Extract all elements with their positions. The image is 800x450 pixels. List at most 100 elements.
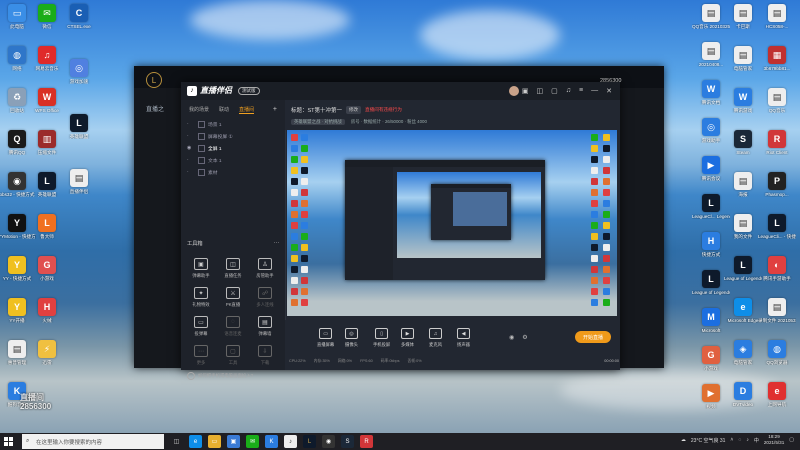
network-icon[interactable]: ◌: [738, 437, 741, 443]
desktop-icon[interactable]: P Phasmop...: [760, 172, 794, 210]
desktop-icon[interactable]: ✉ 微信: [30, 4, 64, 42]
desktop-icon[interactable]: ▤ 海报: [726, 172, 760, 210]
desktop-icon[interactable]: ⚡ 迅雷: [30, 340, 64, 378]
desktop-icon[interactable]: ▦ 3b679bb81...: [760, 46, 794, 84]
desktop-icon[interactable]: ▥ 压缩文件: [30, 130, 64, 168]
desktop-icon[interactable]: L League of Legends: [692, 270, 730, 308]
desktop-icon[interactable]: ♫ 网易云音乐: [30, 46, 64, 84]
desktop-icon[interactable]: L 英雄联盟: [62, 114, 96, 152]
tool-item[interactable]: ◫ 直播任务: [217, 258, 249, 279]
wechat-icon[interactable]: ✉: [246, 435, 259, 448]
notification-icon[interactable]: ▢: [789, 437, 794, 443]
scene-item[interactable]: · 素材: [181, 166, 285, 178]
scene-item[interactable]: · 屏幕投屏 ①: [181, 130, 285, 142]
desktop-icon[interactable]: ▭ 此电脑: [0, 4, 34, 42]
tab-scenes[interactable]: 我的场景: [189, 106, 209, 114]
tool-item[interactable]: ⚔ PK直播: [217, 287, 249, 308]
obs-icon[interactable]: ◉: [322, 435, 335, 448]
windows-start-icon[interactable]: [4, 437, 13, 446]
tool-item[interactable]: ☍ 多人连线: [249, 287, 281, 308]
desktop-icon[interactable]: ♻ 回收站: [0, 88, 34, 126]
tab-link[interactable]: 联动: [219, 106, 229, 114]
message-icon[interactable]: ▢: [551, 87, 558, 95]
desktop-icon[interactable]: ◎ 游戏助手: [694, 118, 728, 156]
go-live-button[interactable]: 开始直播: [575, 331, 611, 343]
desktop-icon[interactable]: L LeagueCl... Legends: [692, 194, 730, 232]
eye-icon[interactable]: ◉: [509, 334, 514, 341]
control-item[interactable]: ◎ 摄像头: [345, 328, 358, 348]
desktop-icon[interactable]: D DVTvideo: [726, 382, 760, 420]
clock[interactable]: 18:29 2021/5/31: [764, 434, 784, 446]
checkbox[interactable]: [198, 144, 205, 152]
gear-icon[interactable]: ⚙: [522, 334, 527, 341]
steam-icon[interactable]: S: [341, 435, 354, 448]
desktop-icon[interactable]: L 鲁大师: [30, 214, 64, 252]
kugou-icon[interactable]: K: [265, 435, 278, 448]
desktop-icon[interactable]: L 英雄联盟: [30, 172, 64, 210]
shirt-icon[interactable]: ◫: [537, 87, 544, 95]
checkbox[interactable]: [198, 132, 205, 140]
ime-indicator[interactable]: 中: [754, 437, 759, 444]
live-companion-icon[interactable]: ♪: [284, 435, 297, 448]
desktop-icon[interactable]: ▤ 我的文件: [726, 214, 760, 252]
tray-up-icon[interactable]: ˄: [730, 437, 733, 443]
desktop-icon[interactable]: ▤ 惠普管理: [0, 340, 34, 378]
weather-text[interactable]: 23°C 空气良 31: [691, 437, 726, 444]
tool-item[interactable]: ♙ 房管助手: [249, 258, 281, 279]
desktop-icon[interactable]: Y YY开播: [0, 298, 34, 336]
desktop-icon[interactable]: W WPS Office: [30, 88, 64, 126]
menu-icon[interactable]: ≡: [579, 87, 583, 95]
desktop-icon[interactable]: ▶ 视频: [694, 384, 728, 422]
control-item[interactable]: ♫ 麦克风: [429, 328, 442, 348]
desktop-icon[interactable]: ◍ 网络: [0, 46, 34, 84]
eye-icon[interactable]: ·: [187, 169, 195, 175]
tool-item[interactable]: ▭ 投弹幕: [185, 316, 217, 337]
desktop-icon[interactable]: e 上网导航: [760, 382, 794, 420]
desktop-icon[interactable]: ▤ 录制文件 20210531: [758, 298, 796, 336]
desktop-icon[interactable]: ▤ 卡巴斯: [726, 4, 760, 42]
avatar[interactable]: [509, 86, 519, 96]
control-item[interactable]: ▭ 直播屏幕: [317, 328, 334, 348]
desktop-icon[interactable]: ▤ QQ音乐: [760, 88, 794, 126]
bell-icon[interactable]: ♫: [566, 87, 571, 95]
taskbar-search-input[interactable]: ⌕ 在这里输入你要搜索的内容: [22, 434, 164, 449]
eye-icon[interactable]: ◉: [187, 145, 195, 151]
more-icon[interactable]: ⋯: [274, 240, 279, 247]
tool-item[interactable]: ✦ 礼物特效: [185, 287, 217, 308]
desktop-icon[interactable]: R Riot Client: [760, 130, 794, 168]
desktop-icon[interactable]: ▤ 直播伴侣: [62, 169, 96, 207]
desktop-icon[interactable]: G 小游戏: [694, 346, 728, 384]
desktop-icon[interactable]: H 快捷方式: [694, 232, 728, 270]
desktop-icon[interactable]: ◍ QQ浏览器: [760, 340, 794, 378]
tool-item[interactable]: ▢ 工具: [217, 345, 249, 366]
add-scene-icon[interactable]: +: [273, 106, 277, 114]
scene-item[interactable]: · 场景 1: [181, 118, 285, 130]
desktop-icon[interactable]: L LeagueCli... - 快捷方式: [758, 214, 796, 252]
desktop-icon[interactable]: S Steam: [726, 130, 760, 168]
checkbox[interactable]: [198, 168, 205, 176]
desktop-icon[interactable]: L League of Legends: [724, 256, 762, 294]
scene-item[interactable]: ◉ 全屏 1: [181, 142, 285, 154]
tool-item[interactable]: ▣ 弹幕助手: [185, 258, 217, 279]
task-view-icon[interactable]: ◫: [170, 435, 183, 448]
desktop-icon[interactable]: ◉ obs32 - 快捷方式: [0, 172, 34, 210]
tool-item[interactable]: ◌ 语音连麦: [217, 316, 249, 337]
desktop-icon[interactable]: YYYMotion - 快捷方式: [0, 214, 36, 252]
live-companion-window[interactable]: ♪ 直播伴侣 测试版 ▣ ◫ ▢ ♫ ≡ — ✕ 我的场景 联动 直播间 + ·…: [181, 82, 620, 380]
warning-text[interactable]: 直播间有违规行为: [365, 107, 402, 113]
desktop-icon[interactable]: M Microsoft: [694, 308, 728, 346]
desktop-icon[interactable]: ▤ 电脑管家: [726, 46, 760, 84]
checkbox[interactable]: [198, 120, 205, 128]
store-icon[interactable]: ▣: [227, 435, 240, 448]
eye-icon[interactable]: ·: [187, 157, 195, 163]
control-item[interactable]: ▶ 多媒体: [401, 328, 414, 348]
desktop-icon[interactable]: ▤ HCS058-...: [760, 4, 794, 42]
desktop-icon[interactable]: ▤ QQ音乐 20210325: [692, 4, 730, 42]
eye-icon[interactable]: ·: [187, 133, 195, 139]
desktop-icon[interactable]: ◈ 电脑管家: [726, 340, 760, 378]
tab-room[interactable]: 直播间: [239, 106, 255, 114]
desktop-icon[interactable]: e Microsoft Edge: [726, 298, 760, 336]
close-icon[interactable]: ✕: [606, 87, 612, 95]
control-item[interactable]: ◀ 扬声器: [457, 328, 470, 348]
desktop-icon[interactable]: C CTSEL.exe: [62, 4, 96, 42]
